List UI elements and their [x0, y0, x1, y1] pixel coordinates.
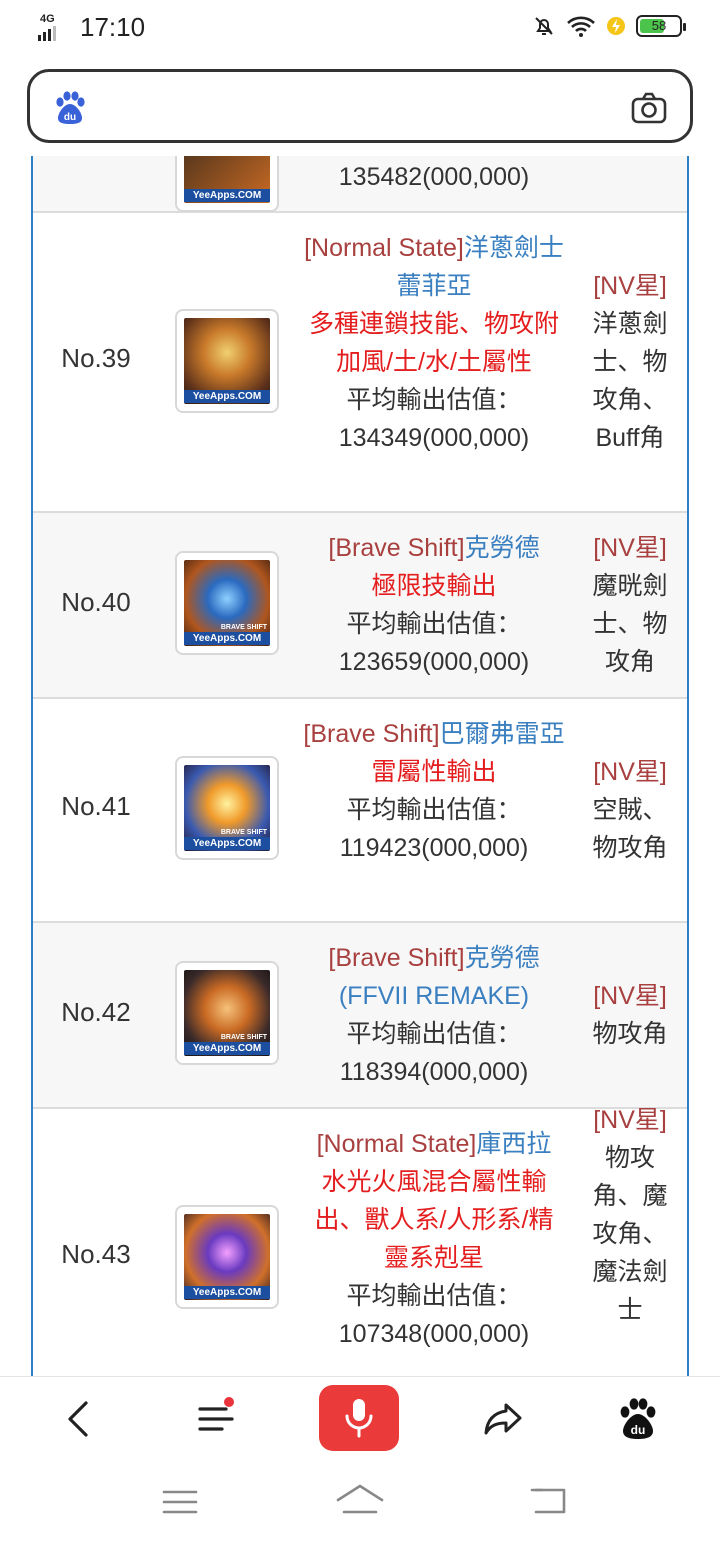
thumbnail-watermark: YeeApps.COM: [184, 1286, 270, 1299]
ranking-table-viewport[interactable]: YeeApps.COM 135482(000,000) No.39 YeeApp…: [0, 156, 720, 1376]
output-value: 123659(000,000): [338, 648, 530, 676]
output-value: 134349(000,000): [338, 424, 530, 452]
unit-thumbnail[interactable]: YeeApps.COM: [175, 156, 279, 212]
rank-number: No.39: [61, 343, 131, 373]
unit-state: [Normal State]: [316, 1130, 477, 1158]
microphone-icon: [345, 1399, 373, 1438]
mute-icon: [535, 17, 553, 35]
battery-level: 58: [651, 18, 667, 33]
battery-icon: 58: [636, 15, 686, 37]
unit-role: 魔晄劍士、物攻角: [592, 572, 668, 676]
table-row: No.42 BRAVE SHIFT YeeApps.COM [Brave Shi…: [33, 923, 687, 1109]
output-value: 135482(000,000): [338, 163, 530, 191]
brave-shift-badge: BRAVE SHIFT: [220, 829, 267, 836]
output-label: 平均輸出估值：: [346, 386, 522, 414]
output-label: 平均輸出估值：: [346, 796, 522, 824]
home-icon[interactable]: [334, 1482, 386, 1518]
share-icon[interactable]: [482, 1397, 526, 1441]
network-type: 4G: [40, 12, 55, 25]
recent-apps-icon[interactable]: [160, 1486, 200, 1518]
output-label: 平均輸出估值：: [346, 610, 522, 638]
rarity-badge: [NV星]: [593, 1106, 667, 1134]
unit-state: [Brave Shift]: [303, 720, 440, 748]
rank-number: No.43: [61, 1239, 131, 1269]
brave-shift-badge: BRAVE SHIFT: [220, 624, 267, 631]
unit-role: 洋蔥劍士、物攻角、Buff角: [592, 310, 668, 452]
output-value: 119423(000,000): [339, 834, 529, 862]
back-icon[interactable]: [58, 1397, 102, 1441]
table-row: No.41 BRAVE SHIFT YeeApps.COM [Brave Shi…: [33, 699, 687, 923]
thumbnail-watermark: YeeApps.COM: [184, 390, 270, 403]
rarity-badge: [NV星]: [593, 272, 667, 300]
charging-icon: [607, 17, 625, 35]
unit-skill: 極限技輸出: [371, 572, 497, 600]
status-bar: 4G 17:10 58: [0, 0, 720, 58]
unit-skill: 水光火風混合屬性輸出、獸人系/人形系/精靈系剋星: [314, 1168, 554, 1272]
signal-icon: 4G: [38, 13, 70, 43]
unit-thumbnail[interactable]: YeeApps.COM: [175, 309, 279, 413]
output-label: 平均輸出估值：: [346, 1020, 522, 1048]
wifi-icon: [567, 16, 595, 37]
unit-state: [Brave Shift]: [328, 944, 465, 972]
browser-toolbar: du: [0, 1376, 720, 1461]
baidu-paw-icon[interactable]: du: [52, 90, 88, 126]
thumbnail-watermark: YeeApps.COM: [184, 189, 270, 202]
ranking-table: YeeApps.COM 135482(000,000) No.39 YeeApp…: [31, 156, 689, 1376]
unit-role: 物攻角: [592, 1020, 668, 1048]
thumbnail-watermark: YeeApps.COM: [184, 632, 270, 645]
table-row: YeeApps.COM 135482(000,000): [33, 156, 687, 213]
thumbnail-watermark: YeeApps.COM: [184, 1042, 270, 1055]
unit-role: 物攻角、魔攻角、魔法劍士: [592, 1144, 668, 1324]
clock: 17:10: [80, 12, 146, 42]
table-row: No.40 BRAVE SHIFT YeeApps.COM [Brave Shi…: [33, 513, 687, 699]
rank-number: No.42: [61, 997, 131, 1027]
camera-icon[interactable]: [630, 90, 668, 126]
output-label: 平均輸出估值：: [346, 1282, 522, 1310]
table-row: No.39 YeeApps.COM [Normal State]洋蔥劍士蕾菲亞 …: [33, 213, 687, 513]
search-bar[interactable]: du: [27, 69, 693, 143]
unit-thumbnail[interactable]: BRAVE SHIFT YeeApps.COM: [175, 961, 279, 1065]
rarity-badge: [NV星]: [593, 982, 667, 1010]
unit-role: 空賊、物攻角: [592, 796, 668, 862]
unit-name[interactable]: 克勞德: [465, 534, 540, 562]
rarity-badge: [NV星]: [593, 534, 667, 562]
baidu-home-text: du: [631, 1423, 646, 1437]
unit-skill: 雷屬性輸出: [371, 758, 497, 786]
thumbnail-watermark: YeeApps.COM: [184, 837, 270, 850]
system-navigation-bar: [0, 1460, 720, 1544]
return-icon[interactable]: [528, 1484, 570, 1518]
baidu-home-icon[interactable]: du: [616, 1397, 660, 1441]
output-value: 118394(000,000): [339, 1058, 529, 1086]
rank-number: No.40: [61, 587, 131, 617]
unit-state: [Normal State]: [304, 234, 464, 262]
unit-thumbnail[interactable]: BRAVE SHIFT YeeApps.COM: [175, 756, 279, 860]
table-row: No.43 YeeApps.COM [Normal State]庫西拉 水光火風…: [33, 1106, 687, 1376]
notification-dot: [224, 1397, 234, 1407]
voice-search-button[interactable]: [319, 1385, 399, 1451]
unit-state: [Brave Shift]: [328, 534, 465, 562]
rarity-badge: [NV星]: [593, 758, 667, 786]
output-value: 107348(000,000): [338, 1320, 530, 1348]
unit-name[interactable]: 庫西拉: [476, 1130, 551, 1158]
rank-number: No.41: [61, 791, 131, 821]
unit-thumbnail[interactable]: BRAVE SHIFT YeeApps.COM: [175, 551, 279, 655]
unit-name[interactable]: 巴爾弗雷亞: [440, 720, 565, 748]
unit-skill: 多種連鎖技能、物攻附加風/土/水/土屬性: [308, 310, 559, 376]
unit-thumbnail[interactable]: YeeApps.COM: [175, 1205, 279, 1309]
baidu-logo-text: du: [64, 112, 76, 123]
brave-shift-badge: BRAVE SHIFT: [220, 1034, 267, 1041]
